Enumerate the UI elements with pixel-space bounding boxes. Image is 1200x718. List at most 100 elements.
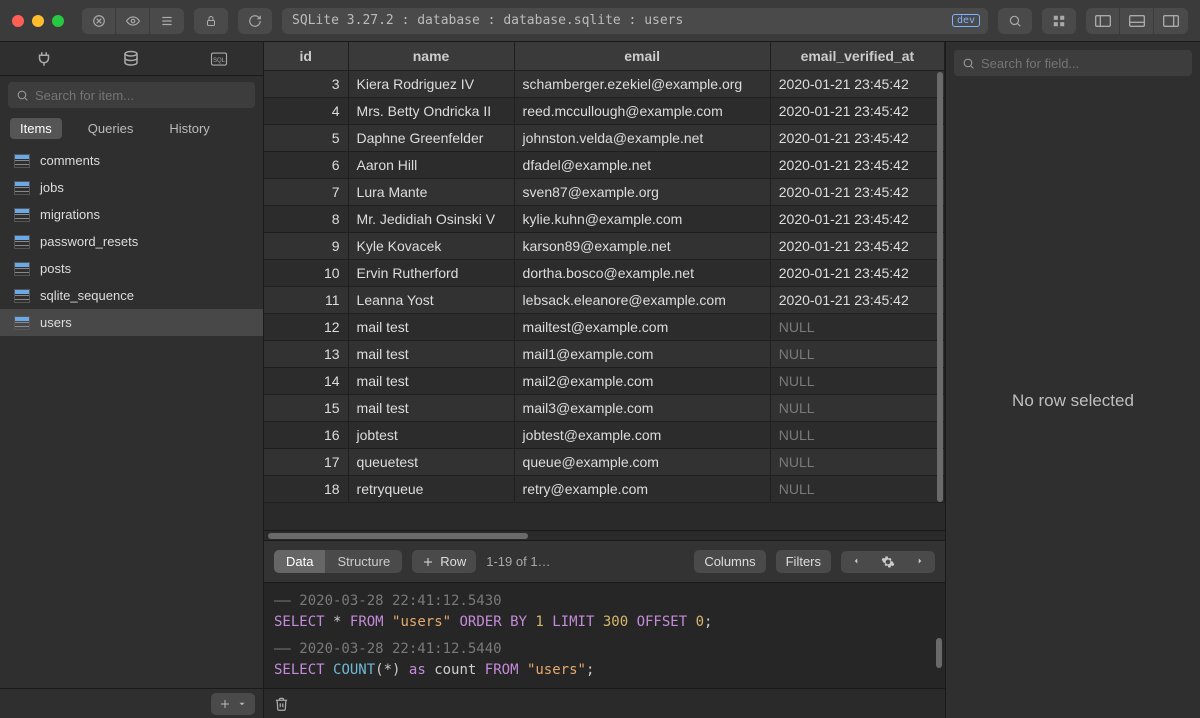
- cell-id[interactable]: 14: [264, 367, 348, 394]
- table-row[interactable]: 11Leanna Yostlebsack.eleanore@example.co…: [264, 286, 945, 313]
- col-header-email[interactable]: email: [514, 42, 770, 70]
- cell-date[interactable]: NULL: [770, 475, 944, 502]
- cell-email[interactable]: schamberger.ezekiel@example.org: [514, 70, 770, 97]
- cell-id[interactable]: 5: [264, 124, 348, 151]
- panel-right-icon[interactable]: [1154, 8, 1188, 34]
- cell-name[interactable]: mail test: [348, 313, 514, 340]
- cell-id[interactable]: 6: [264, 151, 348, 178]
- cell-date[interactable]: 2020-01-21 23:45:42: [770, 70, 944, 97]
- sql-scrollbar[interactable]: [936, 638, 942, 668]
- table-row[interactable]: 17queuetestqueue@example.comNULL: [264, 448, 945, 475]
- sidebar-item-posts[interactable]: posts: [0, 255, 263, 282]
- cell-id[interactable]: 13: [264, 340, 348, 367]
- lock-icon[interactable]: [194, 8, 228, 34]
- cell-name[interactable]: Ervin Rutherford: [348, 259, 514, 286]
- cell-name[interactable]: Mrs. Betty Ondricka II: [348, 97, 514, 124]
- cell-date[interactable]: 2020-01-21 23:45:42: [770, 178, 944, 205]
- minimize-window[interactable]: [32, 15, 44, 27]
- cell-id[interactable]: 12: [264, 313, 348, 340]
- cell-name[interactable]: mail test: [348, 340, 514, 367]
- cell-date[interactable]: 2020-01-21 23:45:42: [770, 232, 944, 259]
- cell-email[interactable]: lebsack.eleanore@example.com: [514, 286, 770, 313]
- cell-name[interactable]: Kiera Rodriguez IV: [348, 70, 514, 97]
- cell-email[interactable]: karson89@example.net: [514, 232, 770, 259]
- table-row[interactable]: 8Mr. Jedidiah Osinski Vkylie.kuhn@exampl…: [264, 205, 945, 232]
- filters-button[interactable]: Filters: [776, 550, 831, 573]
- cell-email[interactable]: dfadel@example.net: [514, 151, 770, 178]
- table-row[interactable]: 7Lura Mantesven87@example.org2020-01-21 …: [264, 178, 945, 205]
- cell-date[interactable]: 2020-01-21 23:45:42: [770, 151, 944, 178]
- cell-date[interactable]: NULL: [770, 313, 944, 340]
- segment-queries[interactable]: Queries: [78, 118, 144, 139]
- stop-icon[interactable]: [82, 8, 116, 34]
- cell-name[interactable]: Aaron Hill: [348, 151, 514, 178]
- sidebar-search[interactable]: [8, 82, 255, 108]
- table-row[interactable]: 4Mrs. Betty Ondricka IIreed.mccullough@e…: [264, 97, 945, 124]
- inspector-search[interactable]: [954, 50, 1192, 76]
- col-header-id[interactable]: id: [264, 42, 348, 70]
- cell-email[interactable]: mailtest@example.com: [514, 313, 770, 340]
- columns-button[interactable]: Columns: [694, 550, 765, 573]
- table-row[interactable]: 3Kiera Rodriguez IVschamberger.ezekiel@e…: [264, 70, 945, 97]
- cell-id[interactable]: 7: [264, 178, 348, 205]
- search-icon[interactable]: [998, 8, 1032, 34]
- cell-email[interactable]: queue@example.com: [514, 448, 770, 475]
- list-icon[interactable]: [150, 8, 184, 34]
- sidebar-search-input[interactable]: [35, 88, 247, 103]
- breadcrumb[interactable]: SQLite 3.27.2 : database : database.sqli…: [282, 8, 988, 34]
- cell-name[interactable]: mail test: [348, 367, 514, 394]
- cell-email[interactable]: dortha.bosco@example.net: [514, 259, 770, 286]
- page-settings[interactable]: [871, 551, 905, 573]
- cell-email[interactable]: johnston.velda@example.net: [514, 124, 770, 151]
- sql-log[interactable]: –– 2020-03-28 22:41:12.5430 SELECT * FRO…: [264, 582, 945, 688]
- plug-icon[interactable]: [35, 50, 53, 68]
- add-menu[interactable]: [211, 693, 255, 715]
- sql-icon[interactable]: SQL: [210, 51, 228, 67]
- data-grid[interactable]: id name email email_verified_at 3Kiera R…: [264, 42, 945, 530]
- table-row[interactable]: 13mail testmail1@example.comNULL: [264, 340, 945, 367]
- cell-id[interactable]: 3: [264, 70, 348, 97]
- cell-date[interactable]: 2020-01-21 23:45:42: [770, 286, 944, 313]
- segment-items[interactable]: Items: [10, 118, 62, 139]
- cell-name[interactable]: Mr. Jedidiah Osinski V: [348, 205, 514, 232]
- grid-icon[interactable]: [1042, 8, 1076, 34]
- table-row[interactable]: 10Ervin Rutherforddortha.bosco@example.n…: [264, 259, 945, 286]
- cell-date[interactable]: 2020-01-21 23:45:42: [770, 259, 944, 286]
- table-row[interactable]: 9Kyle Kovacekkarson89@example.net2020-01…: [264, 232, 945, 259]
- cell-email[interactable]: mail3@example.com: [514, 394, 770, 421]
- table-row[interactable]: 14mail testmail2@example.comNULL: [264, 367, 945, 394]
- cell-id[interactable]: 15: [264, 394, 348, 421]
- cell-email[interactable]: sven87@example.org: [514, 178, 770, 205]
- cell-id[interactable]: 17: [264, 448, 348, 475]
- cell-email[interactable]: kylie.kuhn@example.com: [514, 205, 770, 232]
- eye-icon[interactable]: [116, 8, 150, 34]
- prev-page[interactable]: [841, 551, 871, 573]
- cell-date[interactable]: NULL: [770, 340, 944, 367]
- cell-email[interactable]: mail2@example.com: [514, 367, 770, 394]
- segment-history[interactable]: History: [159, 118, 219, 139]
- panel-bottom-icon[interactable]: [1120, 8, 1154, 34]
- scroll-thumb[interactable]: [268, 533, 528, 539]
- table-row[interactable]: 15mail testmail3@example.comNULL: [264, 394, 945, 421]
- cell-name[interactable]: mail test: [348, 394, 514, 421]
- cell-name[interactable]: Daphne Greenfelder: [348, 124, 514, 151]
- cell-id[interactable]: 18: [264, 475, 348, 502]
- trash-icon[interactable]: [274, 696, 289, 712]
- inspector-search-input[interactable]: [981, 56, 1184, 71]
- cell-date[interactable]: 2020-01-21 23:45:42: [770, 205, 944, 232]
- cell-email[interactable]: jobtest@example.com: [514, 421, 770, 448]
- cell-id[interactable]: 16: [264, 421, 348, 448]
- cell-id[interactable]: 10: [264, 259, 348, 286]
- add-row-button[interactable]: Row: [412, 550, 476, 573]
- close-window[interactable]: [12, 15, 24, 27]
- table-row[interactable]: 6Aaron Hilldfadel@example.net2020-01-21 …: [264, 151, 945, 178]
- tab-data[interactable]: Data: [274, 550, 325, 573]
- cell-name[interactable]: jobtest: [348, 421, 514, 448]
- tab-structure[interactable]: Structure: [325, 550, 402, 573]
- cell-date[interactable]: NULL: [770, 448, 944, 475]
- sidebar-item-comments[interactable]: comments: [0, 147, 263, 174]
- cell-date[interactable]: NULL: [770, 367, 944, 394]
- cell-date[interactable]: NULL: [770, 421, 944, 448]
- cell-id[interactable]: 11: [264, 286, 348, 313]
- zoom-window[interactable]: [52, 15, 64, 27]
